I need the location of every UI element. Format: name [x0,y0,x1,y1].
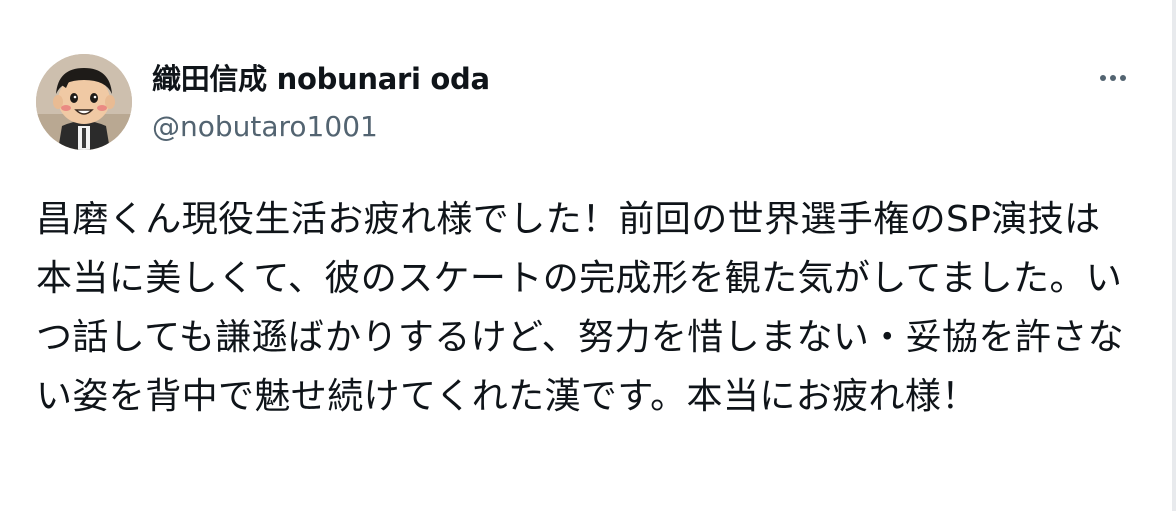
more-horizontal-icon [1100,75,1106,81]
avatar-icon [36,54,132,150]
more-options-button[interactable] [1090,60,1136,96]
author-display-name[interactable]: 織田信成 nobunari oda [152,60,490,98]
avatar[interactable] [36,54,132,150]
scrollbar-edge [1172,0,1176,511]
more-horizontal-icon [1120,75,1126,81]
tweet-text: 昌磨くん現役生活お疲れ様でした！前回の世界選手権のSP演技は本当に美しくて、彼の… [36,199,1125,417]
author-handle[interactable]: @nobutaro1001 [152,108,378,146]
tweet-card: 織田信成 nobunari oda @nobutaro1001 昌磨くん現役生活… [0,0,1170,511]
more-horizontal-icon [1110,75,1116,81]
